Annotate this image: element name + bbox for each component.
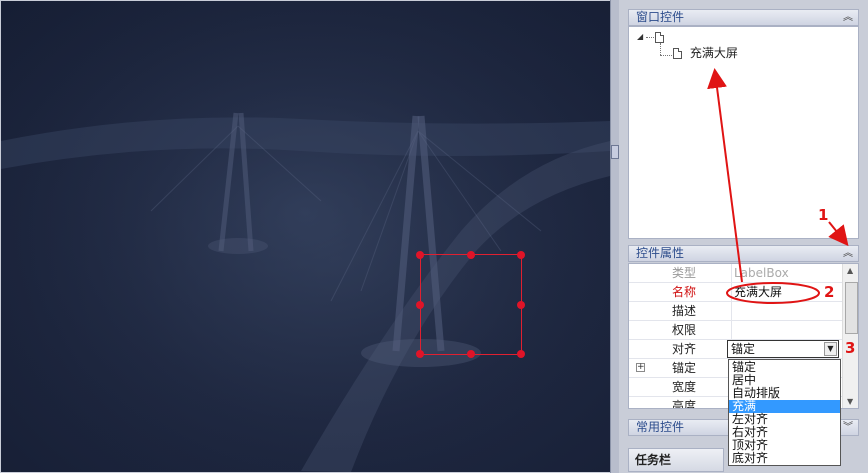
prop-value: LabelBox <box>731 264 842 283</box>
resize-handle-s[interactable] <box>467 350 475 358</box>
design-canvas[interactable] <box>1 1 610 472</box>
prop-value[interactable] <box>731 302 842 321</box>
align-dropdown-list: 锚定 居中 自动排版 充满 左对齐 右对齐 顶对齐 底对齐 <box>728 359 841 466</box>
prop-label: 高度 <box>671 399 696 409</box>
prop-label: 对齐 <box>671 342 696 356</box>
resize-handle-w[interactable] <box>416 301 424 309</box>
align-select-value: 锚定 <box>731 342 756 356</box>
resize-handle-se[interactable] <box>517 350 525 358</box>
prop-row-permission[interactable]: 权限 <box>629 321 842 340</box>
document-icon <box>655 32 664 43</box>
expand-tree-icon[interactable]: ◢ <box>637 30 643 44</box>
tree-child-node[interactable]: 充满大屏 <box>673 46 738 60</box>
prop-label: 宽度 <box>671 380 696 394</box>
tree-connector <box>660 55 672 56</box>
collapse-icon[interactable]: ︽ <box>843 246 853 261</box>
scroll-thumb[interactable] <box>845 282 858 334</box>
bridge-background-image <box>1 1 610 472</box>
resize-handle-nw[interactable] <box>416 251 424 259</box>
resize-handle-sw[interactable] <box>416 350 424 358</box>
annotation-number-3: 3 <box>845 339 856 357</box>
resize-handle-n[interactable] <box>467 251 475 259</box>
tree-child-label: 充满大屏 <box>689 46 738 60</box>
common-controls-title: 常用控件 <box>636 420 685 434</box>
window-controls-title: 窗口控件 <box>636 10 685 24</box>
collapse-panel-button[interactable] <box>611 145 619 159</box>
tree-connector <box>646 37 654 38</box>
prop-label: 类型 <box>671 266 696 280</box>
scroll-up-icon[interactable]: ▲ <box>847 266 853 275</box>
resize-handle-e[interactable] <box>517 301 525 309</box>
annotation-number-2: 2 <box>824 283 835 301</box>
expand-icon[interactable]: ︾ <box>843 420 853 435</box>
prop-label: 名称 <box>671 285 696 299</box>
collapse-icon[interactable]: ︽ <box>843 10 853 25</box>
prop-row-type[interactable]: 类型 LabelBox <box>629 264 842 283</box>
align-select[interactable]: 锚定 ▼ <box>727 340 839 358</box>
prop-label: 锚定 <box>671 361 696 375</box>
prop-label: 描述 <box>671 304 696 318</box>
properties-scrollbar[interactable]: ▲ ▼ <box>842 264 858 408</box>
selected-control-box[interactable] <box>420 254 522 355</box>
app-window: 窗口控件 ︽ ◢ 充满大屏 控件属性 ︽ 类型 LabelBox 名称 充满大屏… <box>0 0 868 473</box>
window-controls-header[interactable]: 窗口控件 ︽ <box>628 9 859 26</box>
taskbar-tab[interactable]: 任务栏 <box>628 448 724 472</box>
prop-row-name[interactable]: 名称 充满大屏 <box>629 283 842 302</box>
scroll-down-icon[interactable]: ▼ <box>847 397 853 406</box>
properties-header[interactable]: 控件属性 ︽ <box>628 245 859 262</box>
properties-title: 控件属性 <box>636 246 685 260</box>
chevron-down-icon[interactable]: ▼ <box>824 342 837 356</box>
prop-label: 权限 <box>671 323 696 337</box>
prop-value[interactable] <box>731 321 842 340</box>
resize-handle-ne[interactable] <box>517 251 525 259</box>
tree-connector <box>660 43 661 55</box>
panel-splitter[interactable] <box>610 0 619 473</box>
annotation-number-1: 1 <box>818 206 829 224</box>
tree-root-node[interactable] <box>655 30 664 44</box>
prop-row-desc[interactable]: 描述 <box>629 302 842 321</box>
align-option[interactable]: 底对齐 <box>729 452 840 465</box>
document-icon <box>673 48 682 59</box>
